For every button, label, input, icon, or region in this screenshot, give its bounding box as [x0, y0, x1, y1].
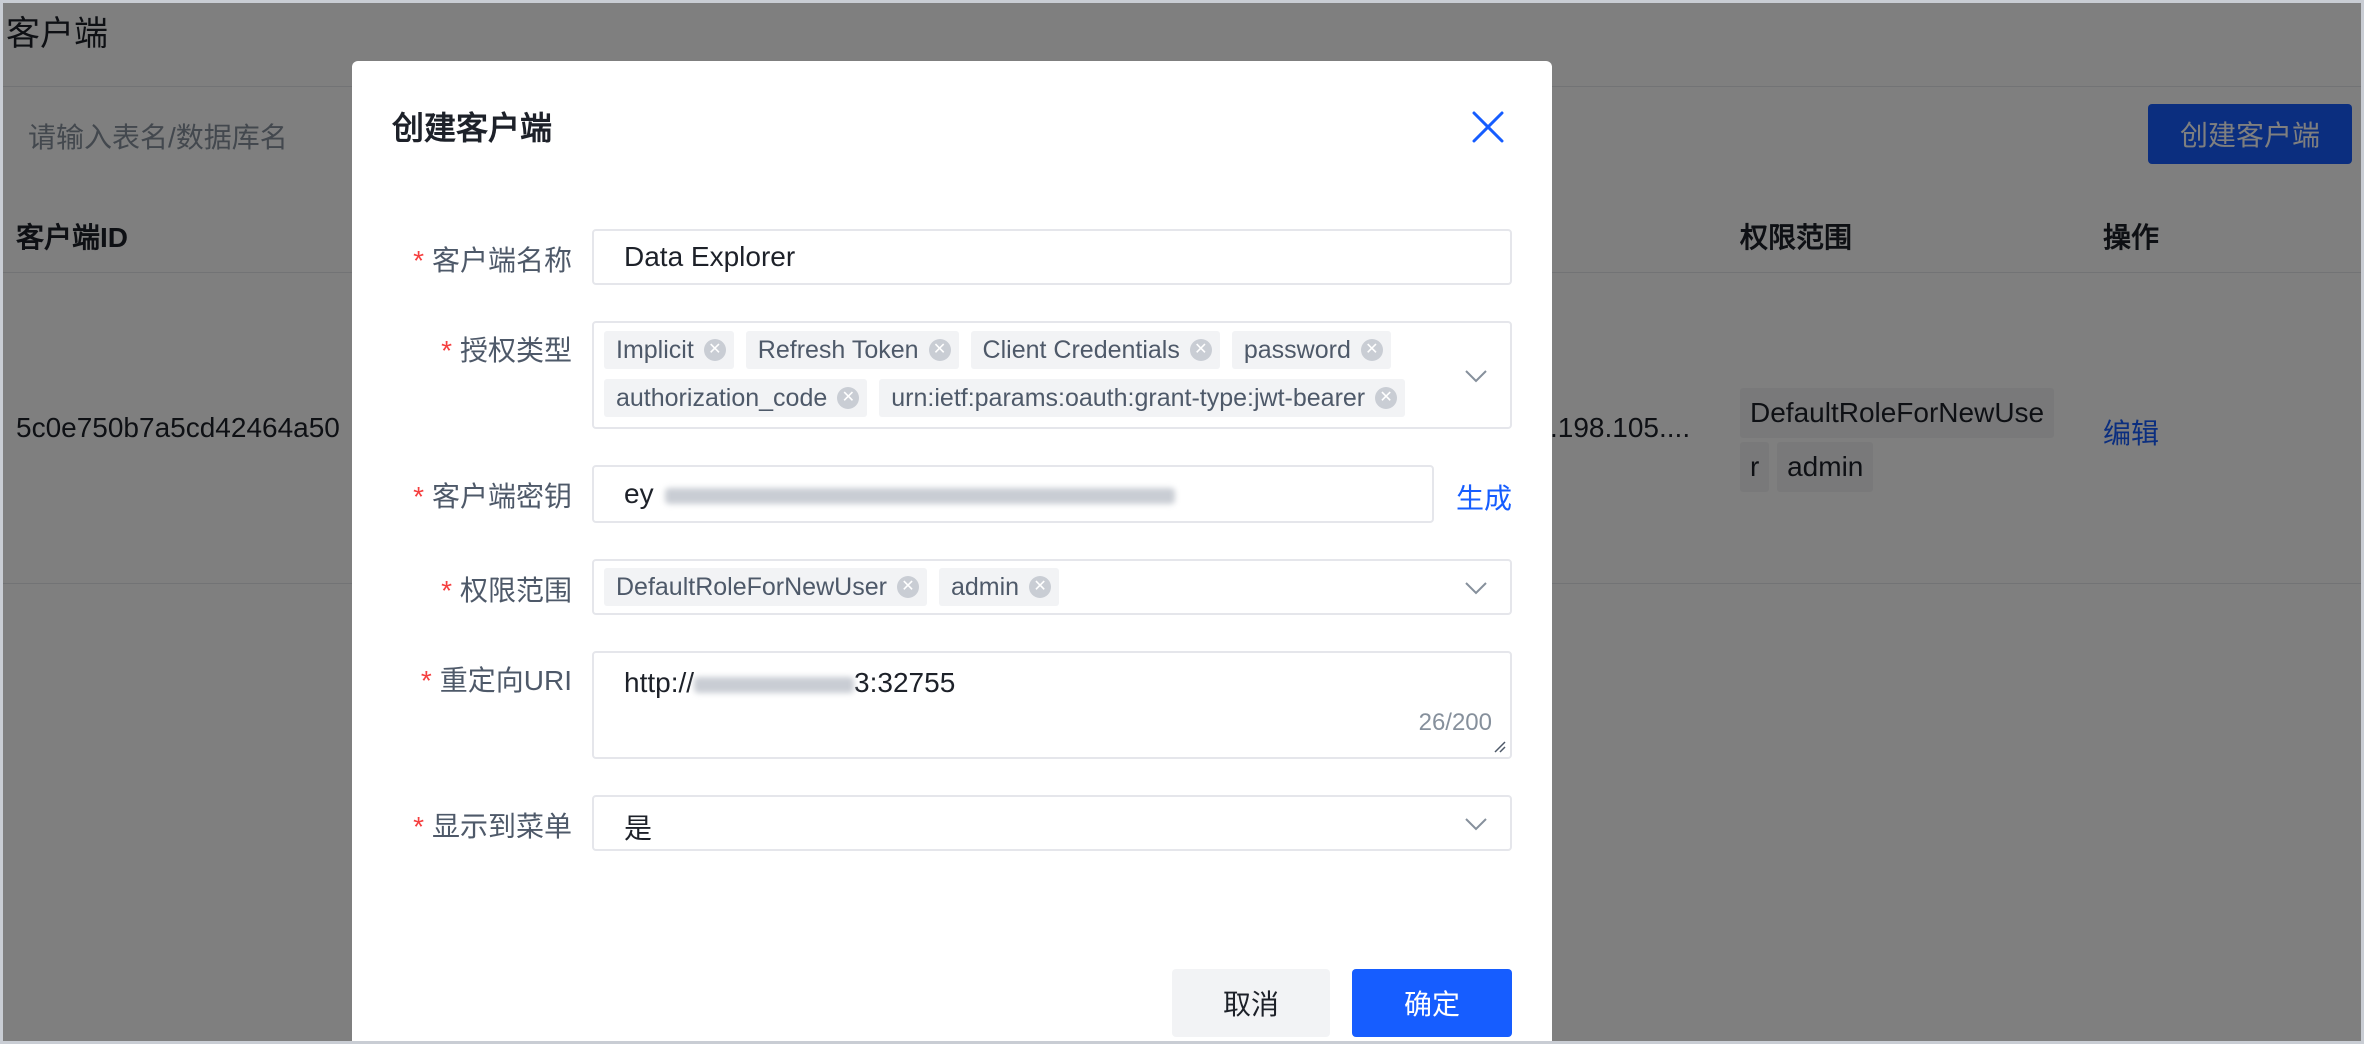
screenshot-frame: [0, 0, 2364, 1044]
